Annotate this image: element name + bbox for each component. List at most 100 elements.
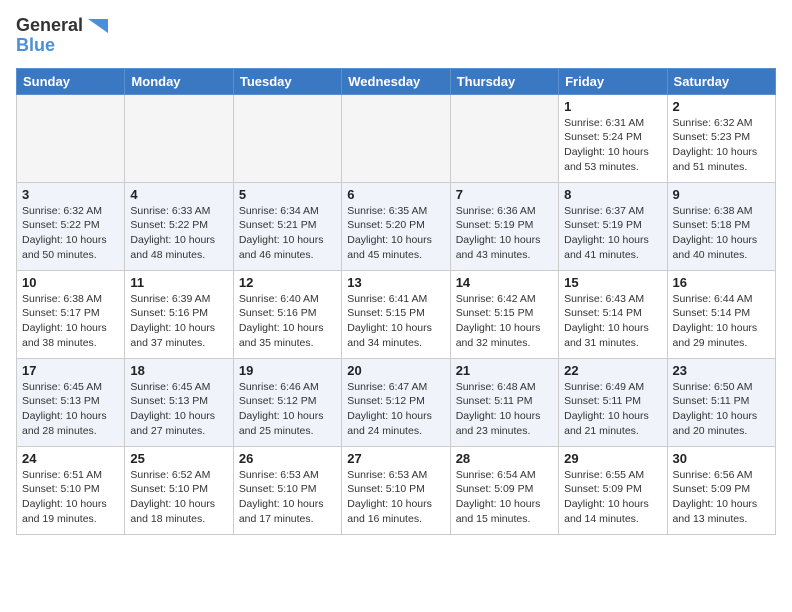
day-info: Sunrise: 6:53 AM Sunset: 5:10 PM Dayligh… [239,468,336,527]
day-number: 8 [564,187,661,202]
calendar-cell: 13 Sunrise: 6:41 AM Sunset: 5:15 PM Dayli… [342,270,450,358]
calendar: SundayMondayTuesdayWednesdayThursdayFrid… [16,68,776,535]
day-info: Sunrise: 6:42 AM Sunset: 5:15 PM Dayligh… [456,292,553,351]
day-number: 27 [347,451,444,466]
calendar-cell [17,94,125,182]
day-info: Sunrise: 6:44 AM Sunset: 5:14 PM Dayligh… [673,292,770,351]
calendar-week-row: 24 Sunrise: 6:51 AM Sunset: 5:10 PM Dayli… [17,446,776,534]
calendar-cell: 5 Sunrise: 6:34 AM Sunset: 5:21 PM Daylig… [233,182,341,270]
calendar-cell: 23 Sunrise: 6:50 AM Sunset: 5:11 PM Dayli… [667,358,775,446]
calendar-cell: 7 Sunrise: 6:36 AM Sunset: 5:19 PM Daylig… [450,182,558,270]
calendar-week-row: 3 Sunrise: 6:32 AM Sunset: 5:22 PM Daylig… [17,182,776,270]
day-info: Sunrise: 6:41 AM Sunset: 5:15 PM Dayligh… [347,292,444,351]
day-info: Sunrise: 6:37 AM Sunset: 5:19 PM Dayligh… [564,204,661,263]
day-info: Sunrise: 6:52 AM Sunset: 5:10 PM Dayligh… [130,468,227,527]
day-number: 24 [22,451,119,466]
day-info: Sunrise: 6:36 AM Sunset: 5:19 PM Dayligh… [456,204,553,263]
day-number: 19 [239,363,336,378]
day-number: 23 [673,363,770,378]
day-number: 18 [130,363,227,378]
calendar-cell: 20 Sunrise: 6:47 AM Sunset: 5:12 PM Dayli… [342,358,450,446]
day-info: Sunrise: 6:48 AM Sunset: 5:11 PM Dayligh… [456,380,553,439]
calendar-cell: 29 Sunrise: 6:55 AM Sunset: 5:09 PM Dayli… [559,446,667,534]
day-info: Sunrise: 6:56 AM Sunset: 5:09 PM Dayligh… [673,468,770,527]
calendar-cell [125,94,233,182]
day-number: 13 [347,275,444,290]
day-info: Sunrise: 6:39 AM Sunset: 5:16 PM Dayligh… [130,292,227,351]
day-info: Sunrise: 6:45 AM Sunset: 5:13 PM Dayligh… [22,380,119,439]
calendar-week-row: 17 Sunrise: 6:45 AM Sunset: 5:13 PM Dayli… [17,358,776,446]
day-info: Sunrise: 6:40 AM Sunset: 5:16 PM Dayligh… [239,292,336,351]
calendar-cell [450,94,558,182]
day-number: 9 [673,187,770,202]
day-number: 20 [347,363,444,378]
calendar-cell: 22 Sunrise: 6:49 AM Sunset: 5:11 PM Dayli… [559,358,667,446]
day-number: 15 [564,275,661,290]
calendar-cell: 17 Sunrise: 6:45 AM Sunset: 5:13 PM Dayli… [17,358,125,446]
calendar-cell: 6 Sunrise: 6:35 AM Sunset: 5:20 PM Daylig… [342,182,450,270]
day-number: 29 [564,451,661,466]
day-number: 7 [456,187,553,202]
day-info: Sunrise: 6:33 AM Sunset: 5:22 PM Dayligh… [130,204,227,263]
day-info: Sunrise: 6:46 AM Sunset: 5:12 PM Dayligh… [239,380,336,439]
calendar-cell: 4 Sunrise: 6:33 AM Sunset: 5:22 PM Daylig… [125,182,233,270]
day-number: 16 [673,275,770,290]
day-number: 25 [130,451,227,466]
day-info: Sunrise: 6:51 AM Sunset: 5:10 PM Dayligh… [22,468,119,527]
calendar-cell: 12 Sunrise: 6:40 AM Sunset: 5:16 PM Dayli… [233,270,341,358]
calendar-cell: 1 Sunrise: 6:31 AM Sunset: 5:24 PM Daylig… [559,94,667,182]
weekday-header: Monday [125,68,233,94]
calendar-cell [342,94,450,182]
calendar-cell: 15 Sunrise: 6:43 AM Sunset: 5:14 PM Dayli… [559,270,667,358]
logo: General Blue [16,16,108,56]
weekday-header: Tuesday [233,68,341,94]
day-number: 1 [564,99,661,114]
day-info: Sunrise: 6:32 AM Sunset: 5:23 PM Dayligh… [673,116,770,175]
calendar-week-row: 1 Sunrise: 6:31 AM Sunset: 5:24 PM Daylig… [17,94,776,182]
day-number: 3 [22,187,119,202]
calendar-cell: 3 Sunrise: 6:32 AM Sunset: 5:22 PM Daylig… [17,182,125,270]
day-info: Sunrise: 6:47 AM Sunset: 5:12 PM Dayligh… [347,380,444,439]
day-info: Sunrise: 6:38 AM Sunset: 5:18 PM Dayligh… [673,204,770,263]
day-info: Sunrise: 6:35 AM Sunset: 5:20 PM Dayligh… [347,204,444,263]
day-info: Sunrise: 6:55 AM Sunset: 5:09 PM Dayligh… [564,468,661,527]
calendar-cell: 24 Sunrise: 6:51 AM Sunset: 5:10 PM Dayli… [17,446,125,534]
day-info: Sunrise: 6:34 AM Sunset: 5:21 PM Dayligh… [239,204,336,263]
calendar-cell: 8 Sunrise: 6:37 AM Sunset: 5:19 PM Daylig… [559,182,667,270]
day-number: 12 [239,275,336,290]
day-number: 22 [564,363,661,378]
calendar-cell: 11 Sunrise: 6:39 AM Sunset: 5:16 PM Dayli… [125,270,233,358]
weekday-header: Saturday [667,68,775,94]
calendar-cell: 18 Sunrise: 6:45 AM Sunset: 5:13 PM Dayli… [125,358,233,446]
day-number: 4 [130,187,227,202]
day-number: 17 [22,363,119,378]
calendar-cell: 30Sunrise: 6:56 AM Sunset: 5:09 PM Dayli… [667,446,775,534]
calendar-cell: 26 Sunrise: 6:53 AM Sunset: 5:10 PM Dayli… [233,446,341,534]
calendar-cell: 14Sunrise: 6:42 AM Sunset: 5:15 PM Dayli… [450,270,558,358]
calendar-cell: 27Sunrise: 6:53 AM Sunset: 5:10 PM Dayli… [342,446,450,534]
calendar-cell: 19 Sunrise: 6:46 AM Sunset: 5:12 PM Dayli… [233,358,341,446]
day-number: 5 [239,187,336,202]
day-number: 11 [130,275,227,290]
calendar-cell: 16 Sunrise: 6:44 AM Sunset: 5:14 PM Dayli… [667,270,775,358]
day-info: Sunrise: 6:45 AM Sunset: 5:13 PM Dayligh… [130,380,227,439]
day-info: Sunrise: 6:43 AM Sunset: 5:14 PM Dayligh… [564,292,661,351]
calendar-cell: 21 Sunrise: 6:48 AM Sunset: 5:11 PM Dayli… [450,358,558,446]
day-number: 28 [456,451,553,466]
day-info: Sunrise: 6:38 AM Sunset: 5:17 PM Dayligh… [22,292,119,351]
day-info: Sunrise: 6:31 AM Sunset: 5:24 PM Dayligh… [564,116,661,175]
header: General Blue [16,16,776,56]
day-number: 21 [456,363,553,378]
day-info: Sunrise: 6:54 AM Sunset: 5:09 PM Dayligh… [456,468,553,527]
day-info: Sunrise: 6:32 AM Sunset: 5:22 PM Dayligh… [22,204,119,263]
calendar-cell: 2 Sunrise: 6:32 AM Sunset: 5:23 PM Daylig… [667,94,775,182]
day-number: 6 [347,187,444,202]
day-number: 26 [239,451,336,466]
day-info: Sunrise: 6:50 AM Sunset: 5:11 PM Dayligh… [673,380,770,439]
calendar-cell: 28 Sunrise: 6:54 AM Sunset: 5:09 PM Dayli… [450,446,558,534]
day-number: 2 [673,99,770,114]
calendar-cell [233,94,341,182]
calendar-cell: 10Sunrise: 6:38 AM Sunset: 5:17 PM Dayli… [17,270,125,358]
day-info: Sunrise: 6:49 AM Sunset: 5:11 PM Dayligh… [564,380,661,439]
logo-wordmark: General Blue [16,16,108,56]
